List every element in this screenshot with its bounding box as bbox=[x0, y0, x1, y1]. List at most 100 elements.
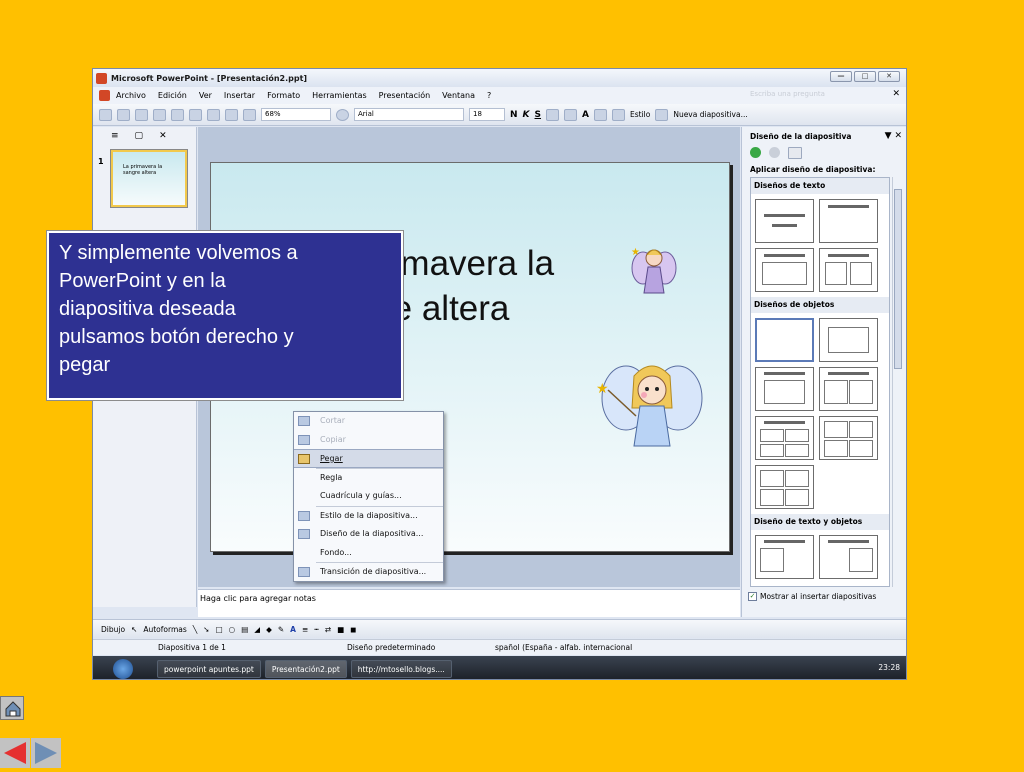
font-color-icon[interactable]: A bbox=[290, 625, 296, 634]
menu-insertar[interactable]: Insertar bbox=[224, 91, 255, 100]
open-icon[interactable] bbox=[117, 108, 130, 121]
task-powerpoint-apuntes[interactable]: powerpoint apuntes.ppt bbox=[157, 659, 261, 678]
chart-icon[interactable] bbox=[207, 108, 220, 121]
menu-presentacion[interactable]: Presentación bbox=[379, 91, 431, 100]
textbox-icon[interactable]: ▤ bbox=[241, 625, 248, 634]
next-slide-button[interactable] bbox=[31, 738, 61, 768]
menu-archivo[interactable]: Archivo bbox=[116, 91, 146, 100]
bold-button[interactable]: N bbox=[510, 110, 518, 120]
menu-diseno[interactable]: Diseño de la diapositiva... bbox=[294, 525, 443, 544]
slide-thumbnail[interactable]: La primavera la sangre altera bbox=[111, 150, 187, 207]
forward-icon[interactable] bbox=[769, 147, 780, 158]
menu-pegar[interactable]: Pegar bbox=[294, 449, 443, 468]
start-button[interactable] bbox=[113, 658, 133, 679]
font-size-select[interactable]: 18 bbox=[469, 108, 505, 121]
layout-title-content[interactable] bbox=[755, 367, 814, 411]
increase-font-button[interactable]: A bbox=[582, 110, 589, 120]
close-document-button[interactable]: ✕ bbox=[892, 89, 900, 99]
indent-icon[interactable] bbox=[593, 108, 607, 121]
menu-transicion[interactable]: Transición de diapositiva... bbox=[294, 563, 443, 582]
menu-transicion-label: Transición de diapositiva... bbox=[320, 567, 427, 576]
arrow-icon[interactable]: ➘ bbox=[203, 625, 209, 634]
layout-four-objects[interactable] bbox=[755, 465, 814, 509]
line-icon[interactable]: ╲ bbox=[193, 625, 198, 634]
help-icon[interactable] bbox=[336, 108, 349, 121]
layout-content[interactable] bbox=[819, 318, 878, 362]
layout-two-columns[interactable] bbox=[819, 248, 878, 292]
menu-regla[interactable]: Regla bbox=[294, 469, 443, 488]
home-icon[interactable] bbox=[788, 147, 802, 159]
menu-estilo-label: Estilo de la diapositiva... bbox=[320, 510, 418, 520]
wordart-icon[interactable]: ◢ bbox=[254, 625, 260, 634]
font-select[interactable]: Arial bbox=[354, 108, 464, 121]
task-browser[interactable]: http://mtosello.blogs.... bbox=[350, 659, 452, 678]
back-icon[interactable] bbox=[750, 147, 761, 158]
autoshapes-menu[interactable]: Autoformas bbox=[143, 625, 186, 634]
dash-style-icon[interactable]: ┅ bbox=[314, 625, 319, 634]
previous-slide-button[interactable] bbox=[0, 738, 30, 768]
layout-four-content[interactable] bbox=[755, 416, 814, 460]
task-presentacion2[interactable]: Presentación2.ppt bbox=[264, 659, 347, 678]
rectangle-icon[interactable]: □ bbox=[216, 625, 223, 634]
slides-tab-icon[interactable]: ▢ bbox=[135, 131, 144, 141]
menu-edicion[interactable]: Edición bbox=[158, 91, 187, 100]
maximize-button[interactable]: □ bbox=[854, 71, 876, 82]
underline-button[interactable]: S bbox=[535, 110, 541, 120]
style-icon bbox=[298, 510, 310, 521]
zoom-select[interactable]: 68% bbox=[261, 108, 331, 121]
close-task-pane-button[interactable]: ▼ ✕ bbox=[885, 131, 902, 141]
menu-cortar[interactable]: Cortar bbox=[294, 412, 443, 431]
menu-ver[interactable]: Ver bbox=[199, 91, 212, 100]
new-slide-button[interactable]: Nueva diapositiva... bbox=[673, 110, 747, 119]
menu-ayuda[interactable]: ? bbox=[487, 91, 491, 100]
ask-question-input[interactable]: Escriba una pregunta bbox=[750, 90, 882, 101]
menu-fondo-label: Fondo... bbox=[320, 547, 352, 557]
notes-pane[interactable]: Haga clic para agregar notas bbox=[198, 589, 740, 617]
layout-two-content[interactable] bbox=[819, 367, 878, 411]
style-button[interactable]: Estilo bbox=[630, 110, 650, 119]
bullets-icon[interactable] bbox=[564, 108, 578, 121]
menu-estilo[interactable]: Estilo de la diapositiva... bbox=[294, 507, 443, 526]
italic-button[interactable]: K bbox=[523, 110, 530, 120]
arrow-style-icon[interactable]: ⇄ bbox=[325, 625, 331, 634]
menu-fondo[interactable]: Fondo... bbox=[294, 544, 443, 563]
select-arrow-icon[interactable]: ↖ bbox=[131, 625, 137, 634]
layout-four-content-alt[interactable] bbox=[819, 416, 878, 460]
draw-menu[interactable]: Dibujo bbox=[101, 625, 125, 634]
outline-tab-icon[interactable]: ≡ bbox=[111, 131, 119, 141]
menu-ventana[interactable]: Ventana bbox=[442, 91, 475, 100]
close-panel-icon[interactable]: ✕ bbox=[159, 131, 167, 141]
print-icon[interactable] bbox=[135, 108, 148, 121]
layout-title-only[interactable] bbox=[819, 199, 878, 243]
oval-icon[interactable]: ○ bbox=[229, 625, 236, 634]
new-icon[interactable] bbox=[99, 108, 112, 121]
table-icon[interactable] bbox=[225, 108, 238, 121]
menu-cuadricula[interactable]: Cuadrícula y guías... bbox=[294, 487, 443, 506]
paste-toolbar-icon[interactable] bbox=[171, 108, 184, 121]
task-pane-scrollbar[interactable] bbox=[892, 177, 902, 587]
copy-toolbar-icon[interactable] bbox=[153, 108, 166, 121]
instruction-callout: Y simplemente volvemos a PowerPoint y en… bbox=[46, 230, 404, 401]
minimize-button[interactable]: — bbox=[830, 71, 852, 82]
checkbox-checked[interactable]: ✓ bbox=[748, 592, 757, 601]
grid-icon[interactable] bbox=[243, 108, 256, 121]
numbering-icon[interactable] bbox=[546, 108, 560, 121]
show-on-insert-option[interactable]: ✓ Mostrar al insertar diapositivas bbox=[748, 592, 876, 601]
close-window-button[interactable]: ✕ bbox=[878, 71, 900, 82]
layout-blank[interactable] bbox=[755, 318, 814, 362]
scroll-thumb[interactable] bbox=[894, 189, 902, 369]
menu-copiar[interactable]: Copiar bbox=[294, 431, 443, 450]
undo-icon[interactable] bbox=[189, 108, 202, 121]
layout-title[interactable] bbox=[755, 199, 814, 243]
line-style-icon[interactable]: ≡ bbox=[302, 625, 308, 634]
shadow-icon[interactable]: ■ bbox=[337, 625, 344, 634]
layout-title-text[interactable] bbox=[755, 248, 814, 292]
line-color-icon[interactable]: ✎ bbox=[278, 625, 284, 634]
home-nav-button[interactable] bbox=[0, 696, 24, 720]
3d-icon[interactable]: ◼ bbox=[350, 625, 356, 634]
menu-herramientas[interactable]: Herramientas bbox=[312, 91, 367, 100]
layout-object-text[interactable] bbox=[819, 535, 878, 579]
fill-color-icon[interactable]: ◆ bbox=[266, 625, 272, 634]
menu-formato[interactable]: Formato bbox=[267, 91, 300, 100]
layout-text-object[interactable] bbox=[755, 535, 814, 579]
